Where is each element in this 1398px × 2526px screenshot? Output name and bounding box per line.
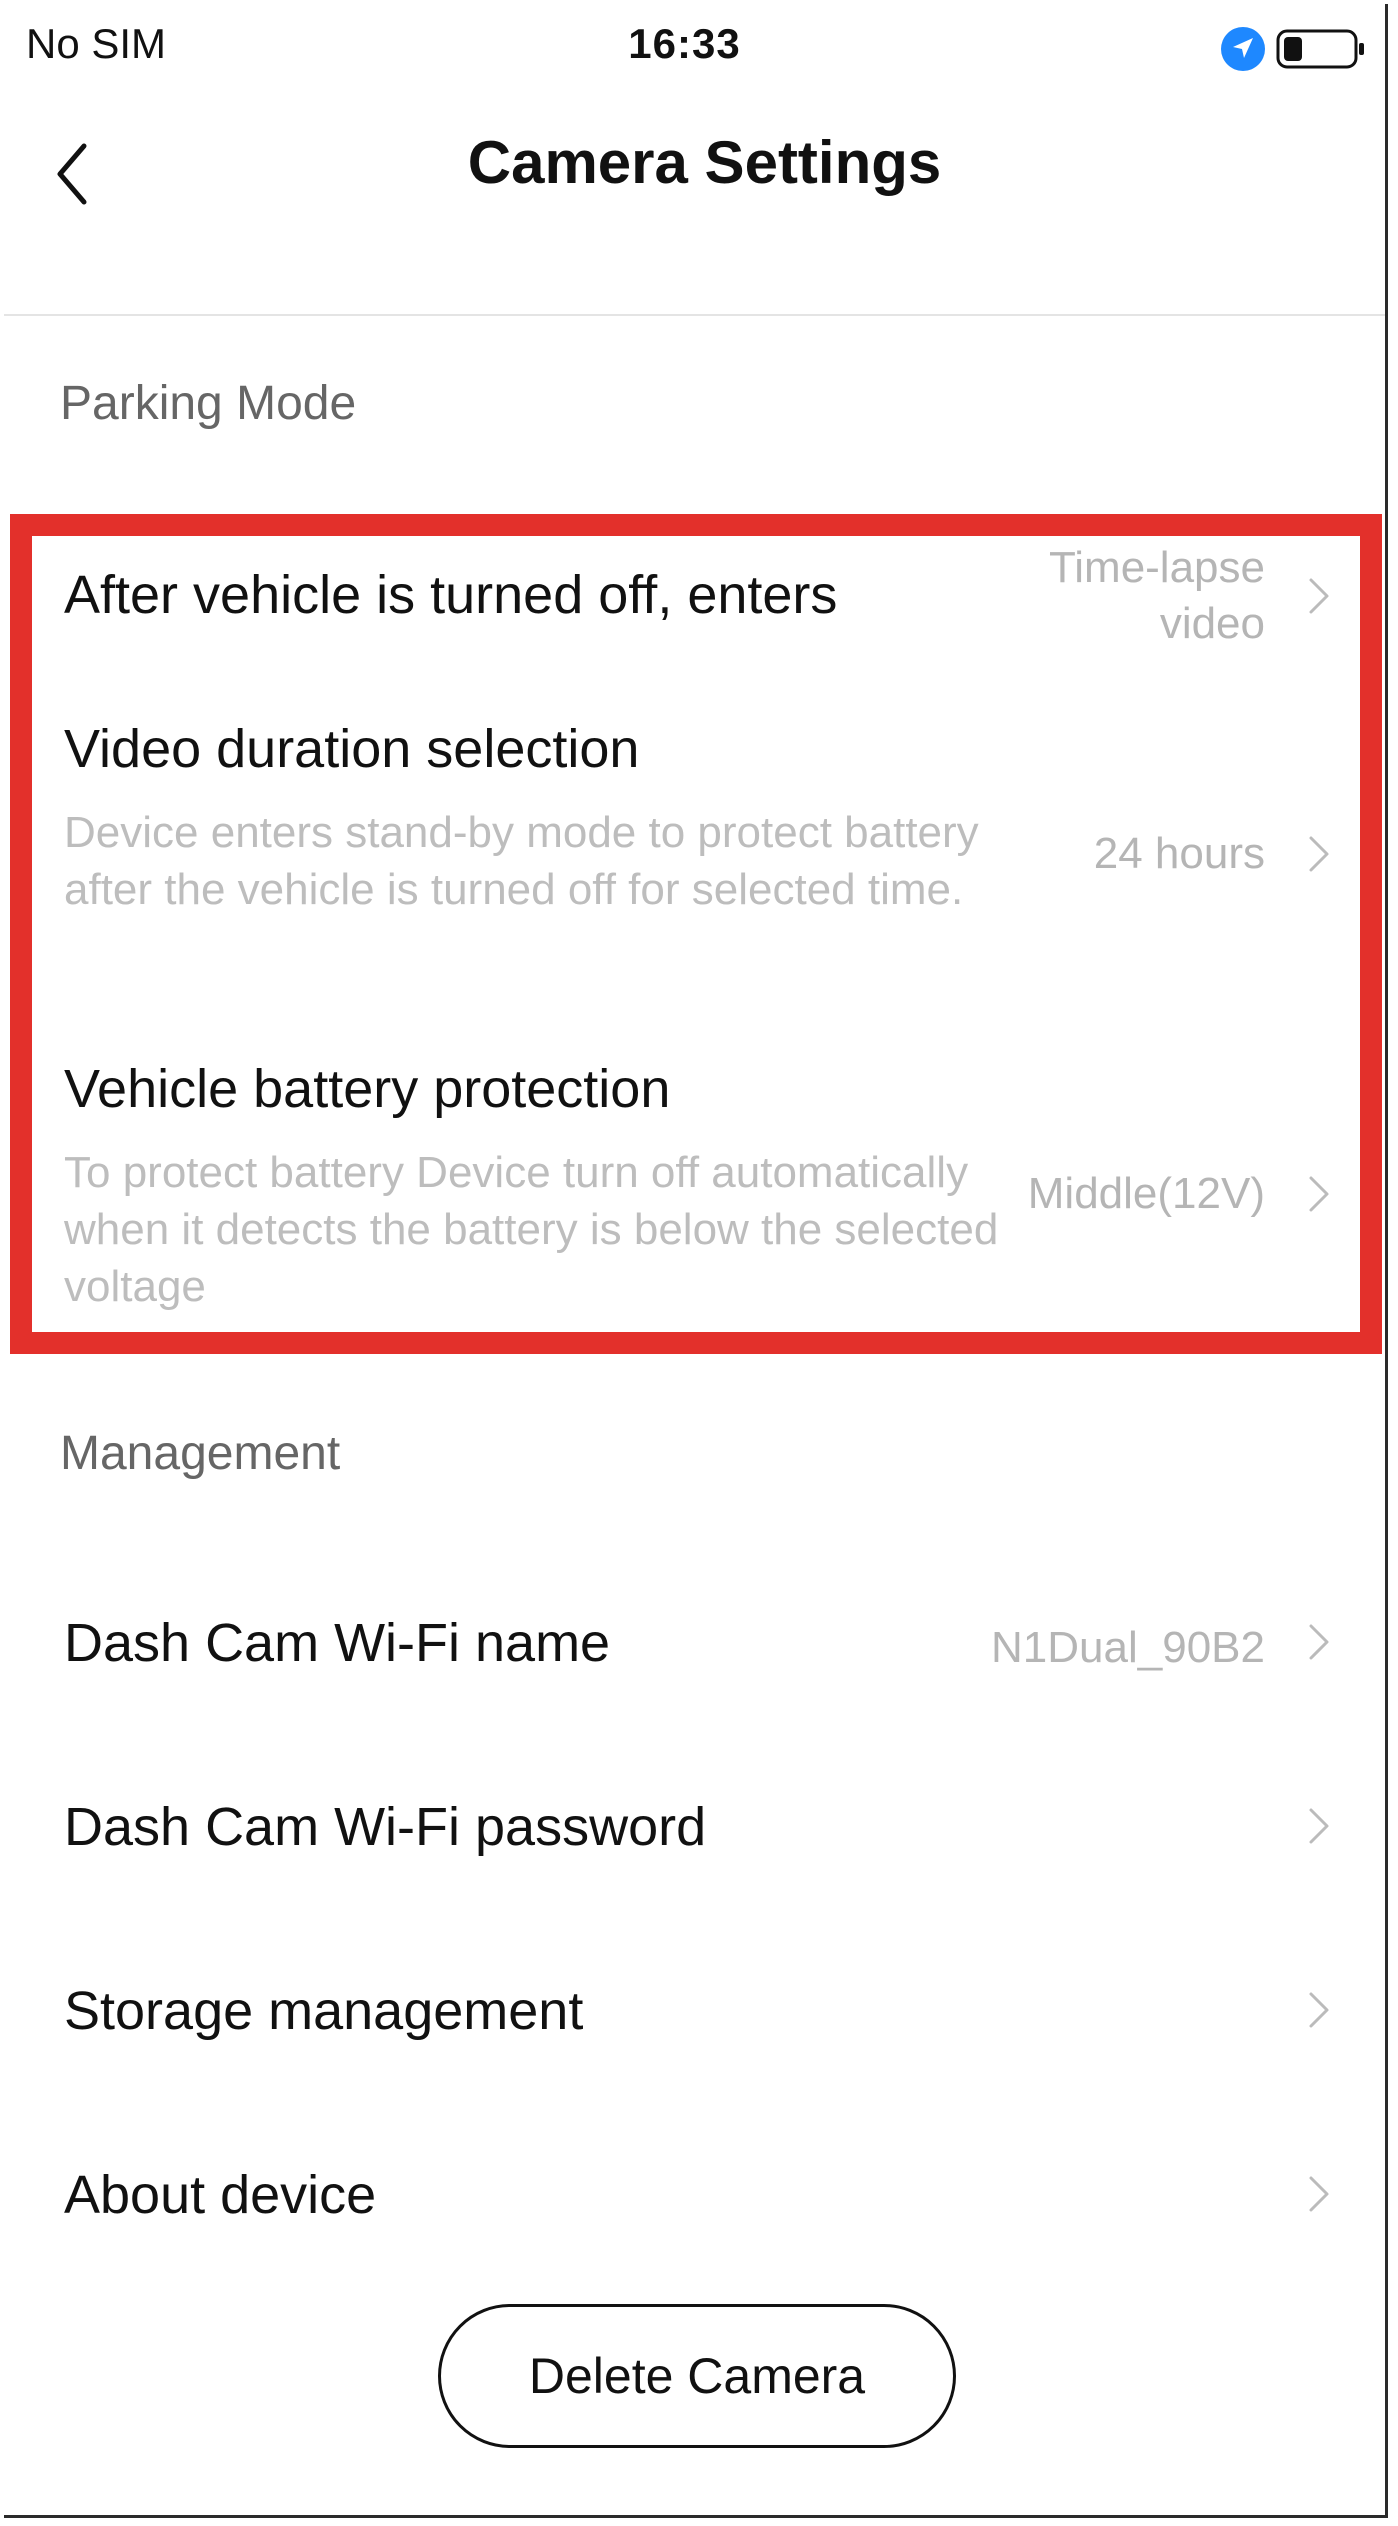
row-title: About device bbox=[64, 2165, 377, 2225]
row-value-line: video bbox=[1159, 599, 1265, 648]
row-wifi-password[interactable]: Dash Cam Wi-Fi password bbox=[4, 1748, 1385, 1908]
row-value-line: Time-lapse bbox=[1049, 543, 1265, 592]
row-value: N1Dual_90B2 bbox=[991, 1623, 1265, 1672]
chevron-right-icon bbox=[1309, 578, 1329, 614]
navigation-bar: Camera Settings bbox=[4, 94, 1385, 316]
row-title: Vehicle battery protection bbox=[64, 1059, 671, 1119]
page-title: Camera Settings bbox=[467, 129, 942, 196]
row-title: Storage management bbox=[64, 1981, 584, 2041]
chevron-right-icon bbox=[1309, 1624, 1329, 1660]
row-value: 24 hours bbox=[1093, 829, 1265, 878]
camera-settings-screen: No SIM 16:33 Camera Settings Parking Mod… bbox=[4, 4, 1388, 2518]
row-title: Dash Cam Wi-Fi name bbox=[64, 1613, 611, 1673]
row-value: Time-lapse video bbox=[1049, 540, 1265, 652]
chevron-right-icon bbox=[1309, 836, 1329, 872]
status-time: 16:33 bbox=[628, 20, 741, 67]
row-wifi-name[interactable]: Dash Cam Wi-Fi name N1Dual_90B2 bbox=[4, 1564, 1385, 1724]
row-title: Dash Cam Wi-Fi password bbox=[64, 1797, 707, 1857]
chevron-right-icon bbox=[1309, 1176, 1329, 1212]
row-video-duration[interactable]: Video duration selection Device enters s… bbox=[4, 704, 1385, 1004]
row-battery-protection[interactable]: Vehicle battery protection To protect ba… bbox=[4, 1044, 1385, 1344]
row-after-vehicle-off[interactable]: After vehicle is turned off, enters Time… bbox=[4, 534, 1385, 694]
row-title: After vehicle is turned off, enters bbox=[64, 565, 838, 625]
chevron-right-icon bbox=[1309, 1992, 1329, 2028]
row-description: To protect battery Device turn off autom… bbox=[64, 1148, 999, 1311]
row-value: Middle(12V) bbox=[1027, 1169, 1265, 1218]
row-description: Device enters stand-by mode to protect b… bbox=[64, 808, 979, 914]
battery-low-icon bbox=[1276, 29, 1364, 69]
status-bar: No SIM 16:33 bbox=[4, 4, 1385, 94]
row-title: Video duration selection bbox=[64, 719, 640, 779]
chevron-right-icon bbox=[1309, 1808, 1329, 1844]
section-title-parking-mode: Parking Mode bbox=[60, 377, 357, 430]
row-storage-management[interactable]: Storage management bbox=[4, 1932, 1385, 2092]
location-arrow-icon bbox=[1221, 27, 1265, 71]
row-about-device[interactable]: About device bbox=[4, 2116, 1385, 2276]
delete-camera-button[interactable]: Delete Camera bbox=[438, 2304, 956, 2448]
chevron-right-icon bbox=[1309, 2176, 1329, 2212]
section-title-management: Management bbox=[60, 1427, 341, 1480]
